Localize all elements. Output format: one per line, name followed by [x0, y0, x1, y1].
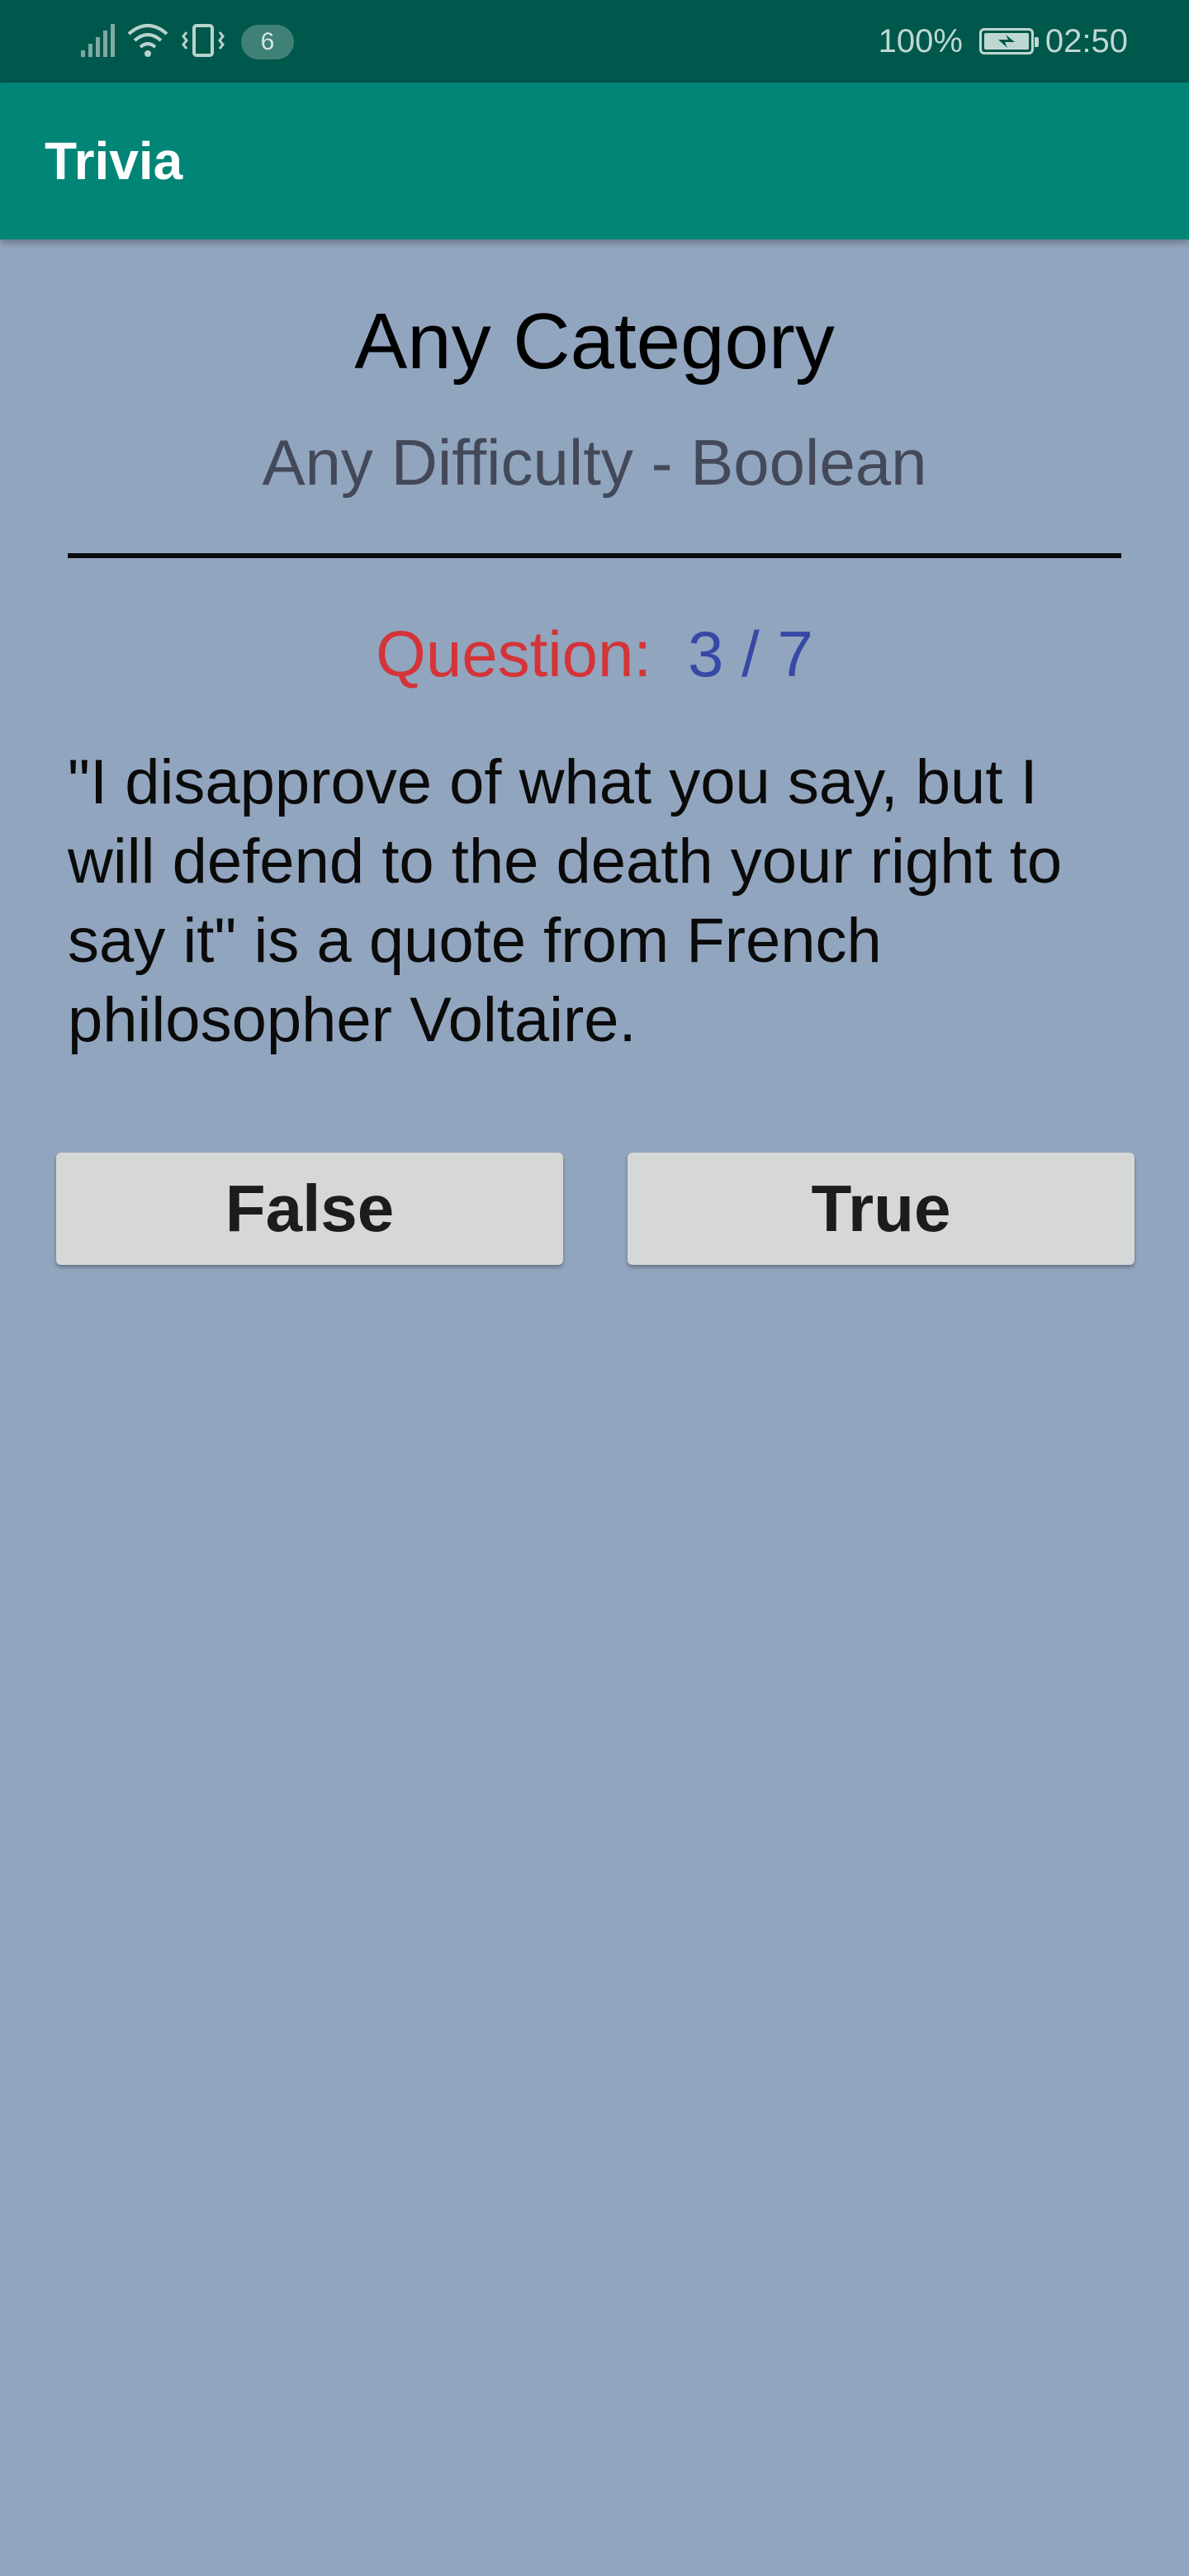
divider [68, 553, 1121, 558]
vibrate-icon [180, 22, 226, 63]
true-button[interactable]: True [628, 1153, 1135, 1265]
difficulty-subtitle: Any Difficulty - Boolean [262, 426, 927, 499]
question-label: Question: [376, 618, 652, 690]
category-title: Any Category [354, 297, 835, 386]
quiz-screen: Any Category Any Difficulty - Boolean Qu… [0, 239, 1189, 2576]
question-text: "I disapprove of what you say, but I wil… [68, 747, 1063, 1055]
notification-count-badge: 6 [241, 25, 294, 59]
status-bar-right: 100% 02:50 [879, 18, 1128, 64]
false-button[interactable]: False [56, 1153, 563, 1265]
question-progress: Question: 3 / 7 [0, 613, 1189, 695]
signal-icon [79, 22, 116, 63]
status-bar: 6 100% 02:50 [0, 0, 1189, 83]
app-bar: Trivia [0, 83, 1189, 239]
battery-percent: 100% [878, 22, 963, 59]
wifi-icon [126, 22, 170, 63]
status-time: 02:50 [1045, 22, 1128, 59]
app-title: Trivia [45, 131, 183, 191]
status-bar-left: 6 [79, 20, 294, 64]
question-count: 3 / 7 [688, 618, 813, 690]
battery-charging-icon [978, 28, 1039, 54]
